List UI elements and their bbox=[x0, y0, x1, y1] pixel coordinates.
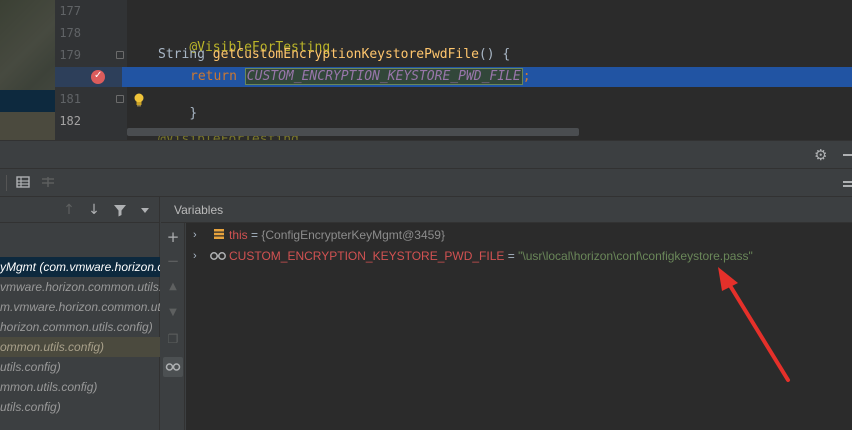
variable-name: this bbox=[229, 228, 248, 242]
show-watches-button[interactable] bbox=[163, 357, 183, 377]
layout-icon[interactable] bbox=[41, 175, 55, 189]
variable-name: CUSTOM_ENCRYPTION_KEYSTORE_PWD_FILE bbox=[229, 249, 505, 263]
frames-toolbar: ↑ ↓ bbox=[0, 197, 160, 223]
frame-item[interactable]: horizon.common.utils.config) bbox=[0, 317, 160, 337]
debug-header: ⚙ bbox=[0, 141, 852, 169]
chevron-right-icon[interactable]: › bbox=[193, 246, 203, 266]
frames-panel: ↑ ↓ yMgmt (com.vmware.horizon.c vmware.h… bbox=[0, 197, 160, 430]
minimize-icon[interactable] bbox=[843, 154, 852, 156]
left-strip-selection bbox=[0, 90, 55, 112]
filter-icon[interactable] bbox=[113, 202, 127, 218]
line-number: 182 bbox=[59, 114, 81, 128]
code-editor[interactable]: 177 178 179 180 181 182 ✓ @VisibleForTes… bbox=[0, 0, 852, 140]
variables-header: Variables bbox=[161, 197, 852, 223]
move-down-icon[interactable]: ▼ bbox=[165, 305, 181, 321]
breakpoint-check-icon: ✓ bbox=[94, 70, 103, 81]
field-stack-icon bbox=[214, 229, 224, 239]
editor-left-strip bbox=[0, 0, 55, 140]
frame-item[interactable]: mmon.utils.config) bbox=[0, 377, 160, 397]
line-number: 179 bbox=[59, 48, 81, 62]
line-number: 177 bbox=[59, 4, 81, 18]
move-up-icon[interactable]: ▲ bbox=[165, 279, 181, 295]
closing-brace: } bbox=[189, 106, 198, 121]
chevron-right-icon[interactable]: › bbox=[193, 225, 203, 245]
toolbar-separator bbox=[6, 175, 7, 191]
lightbulb-icon[interactable] bbox=[133, 93, 145, 107]
code-line-180: return CUSTOM_ENCRYPTION_KEYSTORE_PWD_FI… bbox=[190, 68, 531, 85]
gear-icon[interactable]: ⚙ bbox=[814, 147, 830, 163]
return-type: String bbox=[158, 47, 213, 62]
return-keyword: return bbox=[190, 69, 237, 84]
chevron-down-icon[interactable] bbox=[138, 202, 152, 218]
line-number: 178 bbox=[59, 26, 81, 40]
frame-item[interactable]: yMgmt (com.vmware.horizon.c bbox=[0, 257, 160, 277]
variable-equals: = bbox=[504, 249, 519, 263]
up-arrow-icon[interactable]: ↑ bbox=[62, 202, 76, 218]
add-watch-icon[interactable]: + bbox=[165, 229, 181, 245]
copy-icon[interactable]: ❐ bbox=[165, 331, 181, 347]
frame-item[interactable]: vmware.horizon.common.utils.confi bbox=[0, 277, 160, 297]
left-strip-lib-band bbox=[0, 112, 55, 140]
debug-toolbar bbox=[0, 169, 852, 197]
code-line-179: String getCustomEncryptionKeystorePwdFil… bbox=[158, 47, 510, 62]
variables-title: Variables bbox=[174, 203, 224, 217]
semicolon: ; bbox=[522, 69, 531, 84]
current-line-gutter-highlight bbox=[55, 67, 122, 87]
red-arrow-annotation bbox=[718, 267, 790, 382]
more-menu-icon[interactable] bbox=[843, 181, 852, 187]
debug-tool-window: ⚙ ↑ ↓ yMgmt (com.vmware.horizon.c vmware… bbox=[0, 140, 852, 430]
variable-row[interactable]: › CUSTOM_ENCRYPTION_KEYSTORE_PWD_FILE = … bbox=[186, 246, 852, 266]
variable-value: "\usr\local\horizon\conf\configkeystore.… bbox=[518, 249, 753, 263]
editor-horizontal-scrollbar[interactable] bbox=[127, 128, 579, 136]
glasses-icon bbox=[165, 363, 181, 371]
remove-watch-icon[interactable]: − bbox=[165, 253, 181, 269]
fold-marker-icon[interactable] bbox=[116, 51, 124, 59]
return-constant: CUSTOM_ENCRYPTION_KEYSTORE_PWD_FILE bbox=[244, 68, 523, 85]
method-signature-end: () { bbox=[478, 47, 511, 62]
variable-row[interactable]: › this = {ConfigEncrypterKeyMgmt@3459} bbox=[186, 225, 852, 245]
frame-item[interactable]: utils.config) bbox=[0, 357, 160, 377]
variables-side-toolbar: + − ▲ ▼ ❐ bbox=[161, 223, 185, 430]
frame-item[interactable]: m.vmware.horizon.common.utils.co bbox=[0, 297, 160, 317]
variable-value: {ConfigEncrypterKeyMgmt@3459} bbox=[261, 228, 445, 242]
variable-equals: = bbox=[247, 228, 262, 242]
table-view-icon[interactable] bbox=[16, 175, 30, 189]
line-number: 181 bbox=[59, 92, 81, 106]
frame-item[interactable]: utils.config) bbox=[0, 397, 160, 417]
method-name: getCustomEncryptionKeystorePwdFile bbox=[212, 47, 479, 62]
watch-glasses-icon bbox=[210, 252, 226, 260]
frame-item[interactable]: ommon.utils.config) bbox=[0, 337, 160, 357]
down-arrow-icon[interactable]: ↓ bbox=[87, 202, 101, 218]
fold-marker-icon[interactable] bbox=[116, 95, 124, 103]
